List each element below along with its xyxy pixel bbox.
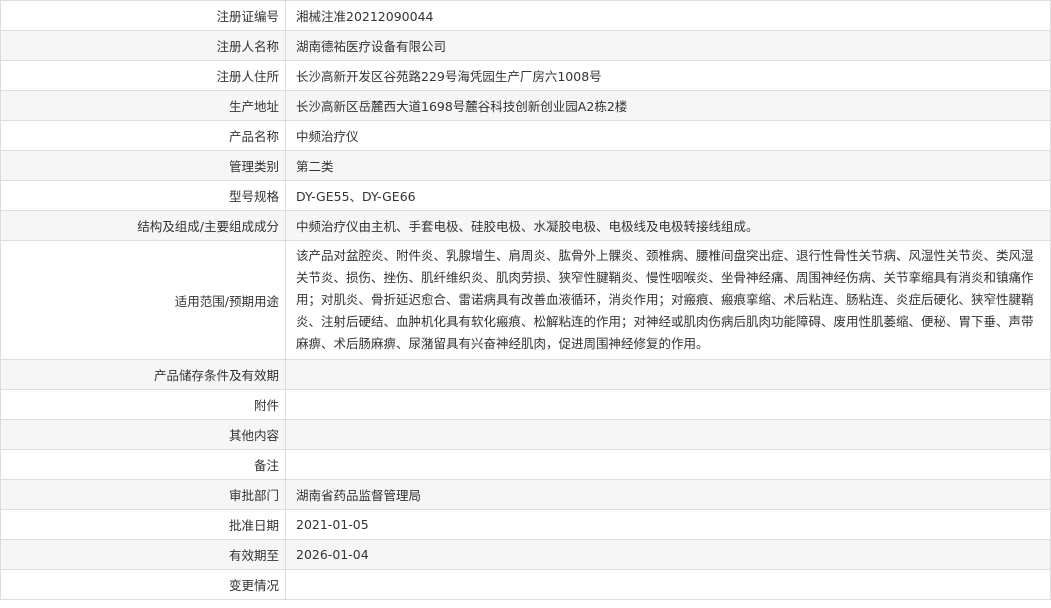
row-label-model-spec: 型号规格 — [0, 180, 286, 211]
row-label-registrant-name: 注册人名称 — [0, 30, 286, 61]
row-label-management-class: 管理类别 — [0, 150, 286, 181]
table-row: 其他内容 — [0, 419, 1051, 450]
table-row: 备注 — [0, 449, 1051, 480]
row-value-approval-date: 2021-01-05 — [285, 509, 1051, 540]
row-label-product-name: 产品名称 — [0, 120, 286, 151]
table-row: 管理类别 第二类 — [0, 150, 1051, 181]
table-row: 变更情况 — [0, 569, 1051, 600]
row-label-approval-department: 审批部门 — [0, 479, 286, 510]
row-value-remarks — [285, 449, 1051, 480]
table-row: 结构及组成/主要组成成分 中频治疗仪由主机、手套电极、硅胶电极、水凝胶电极、电极… — [0, 210, 1051, 241]
row-value-change-status — [285, 569, 1051, 600]
table-row: 附件 — [0, 389, 1051, 420]
row-value-attachments — [285, 389, 1051, 420]
row-value-storage-validity — [285, 359, 1051, 390]
row-value-registration-number: 湘械注准20212090044 — [285, 0, 1051, 31]
registration-detail-table: 注册证编号 湘械注准20212090044 注册人名称 湖南德祐医疗设备有限公司… — [0, 0, 1051, 600]
row-value-registrant-name: 湖南德祐医疗设备有限公司 — [285, 30, 1051, 61]
row-value-approval-department: 湖南省药品监督管理局 — [285, 479, 1051, 510]
table-row: 注册人名称 湖南德祐医疗设备有限公司 — [0, 30, 1051, 61]
row-label-other-content: 其他内容 — [0, 419, 286, 450]
table-row: 审批部门 湖南省药品监督管理局 — [0, 479, 1051, 510]
row-label-remarks: 备注 — [0, 449, 286, 480]
row-value-management-class: 第二类 — [285, 150, 1051, 181]
row-value-structure-composition: 中频治疗仪由主机、手套电极、硅胶电极、水凝胶电极、电极线及电极转接线组成。 — [285, 210, 1051, 241]
table-row: 适用范围/预期用途 该产品对盆腔炎、附件炎、乳腺增生、肩周炎、肱骨外上髁炎、颈椎… — [0, 240, 1051, 360]
table-row: 批准日期 2021-01-05 — [0, 509, 1051, 540]
row-value-other-content — [285, 419, 1051, 450]
row-label-intended-use: 适用范围/预期用途 — [0, 240, 286, 360]
row-label-change-status: 变更情况 — [0, 569, 286, 600]
row-value-valid-until: 2026-01-04 — [285, 539, 1051, 570]
row-label-registrant-address: 注册人住所 — [0, 60, 286, 91]
row-value-production-address: 长沙高新区岳麓西大道1698号麓谷科技创新创业园A2栋2楼 — [285, 90, 1051, 121]
row-label-valid-until: 有效期至 — [0, 539, 286, 570]
row-label-production-address: 生产地址 — [0, 90, 286, 121]
row-label-registration-number: 注册证编号 — [0, 0, 286, 31]
table-row: 注册人住所 长沙高新开发区谷苑路229号海凭园生产厂房六1008号 — [0, 60, 1051, 91]
table-row: 产品储存条件及有效期 — [0, 359, 1051, 390]
row-label-attachments: 附件 — [0, 389, 286, 420]
table-row: 产品名称 中频治疗仪 — [0, 120, 1051, 151]
row-value-model-spec: DY-GE55、DY-GE66 — [285, 180, 1051, 211]
table-row: 生产地址 长沙高新区岳麓西大道1698号麓谷科技创新创业园A2栋2楼 — [0, 90, 1051, 121]
table-row: 有效期至 2026-01-04 — [0, 539, 1051, 570]
row-value-intended-use: 该产品对盆腔炎、附件炎、乳腺增生、肩周炎、肱骨外上髁炎、颈椎病、腰椎间盘突出症、… — [285, 240, 1051, 360]
row-label-approval-date: 批准日期 — [0, 509, 286, 540]
row-value-registrant-address: 长沙高新开发区谷苑路229号海凭园生产厂房六1008号 — [285, 60, 1051, 91]
row-label-structure-composition: 结构及组成/主要组成成分 — [0, 210, 286, 241]
row-value-product-name: 中频治疗仪 — [285, 120, 1051, 151]
row-label-storage-validity: 产品储存条件及有效期 — [0, 359, 286, 390]
table-row: 注册证编号 湘械注准20212090044 — [0, 0, 1051, 31]
table-row: 型号规格 DY-GE55、DY-GE66 — [0, 180, 1051, 211]
